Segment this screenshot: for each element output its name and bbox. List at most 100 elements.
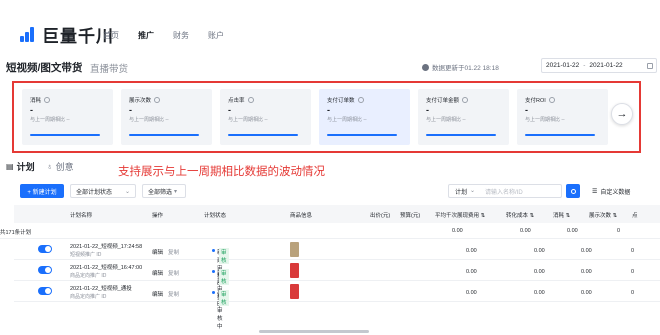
table-row[interactable]: 2021-01-22_短视频_通投商品定向推广 ID 编辑复制 修改审核中审核 0.0… xyxy=(14,281,660,330)
metric-name: 点击率 xyxy=(228,96,254,104)
metric-indicator-bar xyxy=(30,134,100,136)
metric-cell: 0 xyxy=(631,290,635,296)
date-range-picker[interactable]: 2021-01-22 - 2021-01-22 xyxy=(541,58,657,73)
edit-link[interactable]: 编辑 xyxy=(152,290,163,298)
metric-compare: 与上一周期相比 -- xyxy=(426,117,466,123)
plan-name[interactable]: 2021-01-22_短视频_通投 xyxy=(70,284,132,292)
help-icon[interactable] xyxy=(247,97,254,103)
metric-card[interactable]: 点击率 - 与上一周期相比 -- xyxy=(220,89,311,145)
help-icon[interactable] xyxy=(462,97,469,103)
copy-link[interactable]: 复制 xyxy=(168,248,179,256)
col-plan-name[interactable]: 计划名称 xyxy=(70,211,92,219)
page-subtitle-tab[interactable]: 直播带货 xyxy=(90,61,128,75)
metric-value: - xyxy=(129,105,132,115)
col-operation: 操作 xyxy=(152,213,164,219)
metric-card[interactable]: 支付ROI - 与上一周期相比 -- xyxy=(517,89,608,145)
product-thumbnail[interactable] xyxy=(290,284,299,299)
tab-plan-label: 计划 xyxy=(16,162,35,172)
metric-value: - xyxy=(525,105,528,115)
search-scope-select[interactable]: 计划 ⌄ xyxy=(449,187,485,196)
tab-creative[interactable]: ♁ 创意 xyxy=(47,160,74,173)
metric-value: - xyxy=(228,105,231,115)
metric-compare: 与上一周期相比 -- xyxy=(228,117,268,123)
help-icon[interactable] xyxy=(357,97,364,103)
tab-creative-label: 创意 xyxy=(55,162,74,172)
tab-plan[interactable]: ▤ 计划 xyxy=(6,160,35,173)
product-thumbnail[interactable] xyxy=(290,263,299,278)
summary-row: 共171条计划 0.00 0.00 0.00 0 xyxy=(0,223,660,239)
search-icon xyxy=(570,188,576,194)
metric-cell: 0.00 xyxy=(581,290,592,296)
plan-status-select-value: 全部计划状态 xyxy=(76,189,113,196)
next-arrow-button[interactable]: → xyxy=(611,103,633,125)
custom-data-button[interactable]: ☰ 自定义数据 xyxy=(592,187,630,196)
status-dot-icon xyxy=(212,291,215,295)
plan-status-select[interactable]: 全部计划状态 ⌄ xyxy=(70,184,136,198)
plan-status: 新建审核中审核 xyxy=(212,269,229,309)
metric-cell: 0.00 xyxy=(581,269,592,275)
nav-item-promotion[interactable]: 推广 xyxy=(138,30,154,41)
date-end: 2021-01-22 xyxy=(589,62,623,69)
copy-link[interactable]: 复制 xyxy=(168,290,179,298)
metric-card[interactable]: 支付订单数 - 与上一周期相比 -- xyxy=(319,89,410,145)
copy-link[interactable]: 复制 xyxy=(168,269,179,277)
page-title[interactable]: 短视频/图文带货 xyxy=(6,60,82,75)
search-scope-value: 计划 xyxy=(455,189,468,196)
filter-icon: ▾ xyxy=(174,188,178,195)
new-plan-button[interactable]: + 新建计划 xyxy=(20,184,64,198)
filter-select[interactable]: 全部筛选 ▾ xyxy=(142,184,186,198)
edit-link[interactable]: 编辑 xyxy=(152,248,163,256)
col-conversion-cost[interactable]: 转化成本 ⇅ xyxy=(506,211,534,219)
metric-label: 点击率 xyxy=(228,98,245,104)
metric-label: 展示次数 xyxy=(129,98,152,104)
columns-icon: ☰ xyxy=(592,189,598,195)
metric-cell: 0.00 xyxy=(466,248,477,254)
metric-compare: 与上一周期相比 -- xyxy=(30,117,70,123)
table-header: 计划名称 操作 计划状态 商品信息 出价(元) 预算(元) 平均千次展现费用 ⇅… xyxy=(14,205,660,223)
nav-item-home[interactable]: 首页 xyxy=(103,30,119,41)
col-impressions[interactable]: 展示次数 ⇅ xyxy=(589,211,617,219)
info-icon xyxy=(422,63,429,71)
status-dot-icon xyxy=(212,270,215,274)
metric-card[interactable]: 支付订单金额 - 与上一周期相比 -- xyxy=(418,89,509,145)
product-thumbnail[interactable] xyxy=(290,242,299,257)
metric-card[interactable]: 消耗 - 与上一周期相比 -- xyxy=(22,89,113,145)
table-row[interactable]: 2021-01-22_短视频_16:47:00商品定向推广 ID编辑复制新建审核… xyxy=(14,260,660,309)
summary-conversion-cost: 0.00 xyxy=(520,228,531,234)
search-button[interactable] xyxy=(566,184,580,198)
plan-toggle-switch[interactable] xyxy=(38,287,52,295)
plan-sub-info: 商品定向推广 ID xyxy=(70,273,107,279)
search-input[interactable]: 请输入名称/ID xyxy=(485,187,523,196)
status-dot-icon xyxy=(212,249,215,253)
metric-cell: 0.00 xyxy=(534,269,545,275)
plan-table: 计划名称 操作 计划状态 商品信息 出价(元) 预算(元) 平均千次展现费用 ⇅… xyxy=(0,205,660,330)
col-clicks[interactable]: 点 xyxy=(632,211,638,219)
col-budget[interactable]: 预算(元) xyxy=(400,211,420,219)
help-icon[interactable] xyxy=(548,97,555,103)
table-row[interactable]: 2021-01-22_短视频_17:24:58短视频推广 ID编辑复制新建审核中… xyxy=(14,239,660,288)
edit-link[interactable]: 编辑 xyxy=(152,269,163,277)
nav-item-finance[interactable]: 财务 xyxy=(173,30,189,41)
col-cost[interactable]: 消耗 ⇅ xyxy=(553,211,570,219)
col-cpm[interactable]: 平均千次展现费用 ⇅ xyxy=(435,211,485,219)
plan-toggle-switch[interactable] xyxy=(38,266,52,274)
metric-indicator-bar xyxy=(525,134,595,136)
help-icon[interactable] xyxy=(154,97,161,103)
metric-name: 支付订单金额 xyxy=(426,96,469,104)
nav-item-account[interactable]: 账户 xyxy=(208,30,224,41)
plan-toggle-switch[interactable] xyxy=(38,245,52,253)
metric-compare: 与上一周期相比 -- xyxy=(525,117,565,123)
search-box[interactable]: 计划 ⌄ 请输入名称/ID xyxy=(448,184,562,198)
help-icon[interactable] xyxy=(44,97,51,103)
plan-name[interactable]: 2021-01-22_短视频_17:24:58 xyxy=(70,242,142,250)
plan-name[interactable]: 2021-01-22_短视频_16:47:00 xyxy=(70,263,142,271)
col-bid[interactable]: 出价(元) xyxy=(370,211,390,219)
col-plan-status[interactable]: 计划状态 xyxy=(204,211,226,219)
main-nav: 首页 推广 财务 账户 xyxy=(103,30,224,41)
metric-label: 支付ROI xyxy=(525,98,546,104)
horizontal-scrollbar[interactable] xyxy=(259,330,369,333)
metric-card[interactable]: 展示次数 - 与上一周期相比 -- xyxy=(121,89,212,145)
brand-logo[interactable]: 巨量千川 xyxy=(20,22,114,46)
calendar-icon xyxy=(647,62,653,69)
metric-name: 支付订单数 xyxy=(327,96,364,104)
